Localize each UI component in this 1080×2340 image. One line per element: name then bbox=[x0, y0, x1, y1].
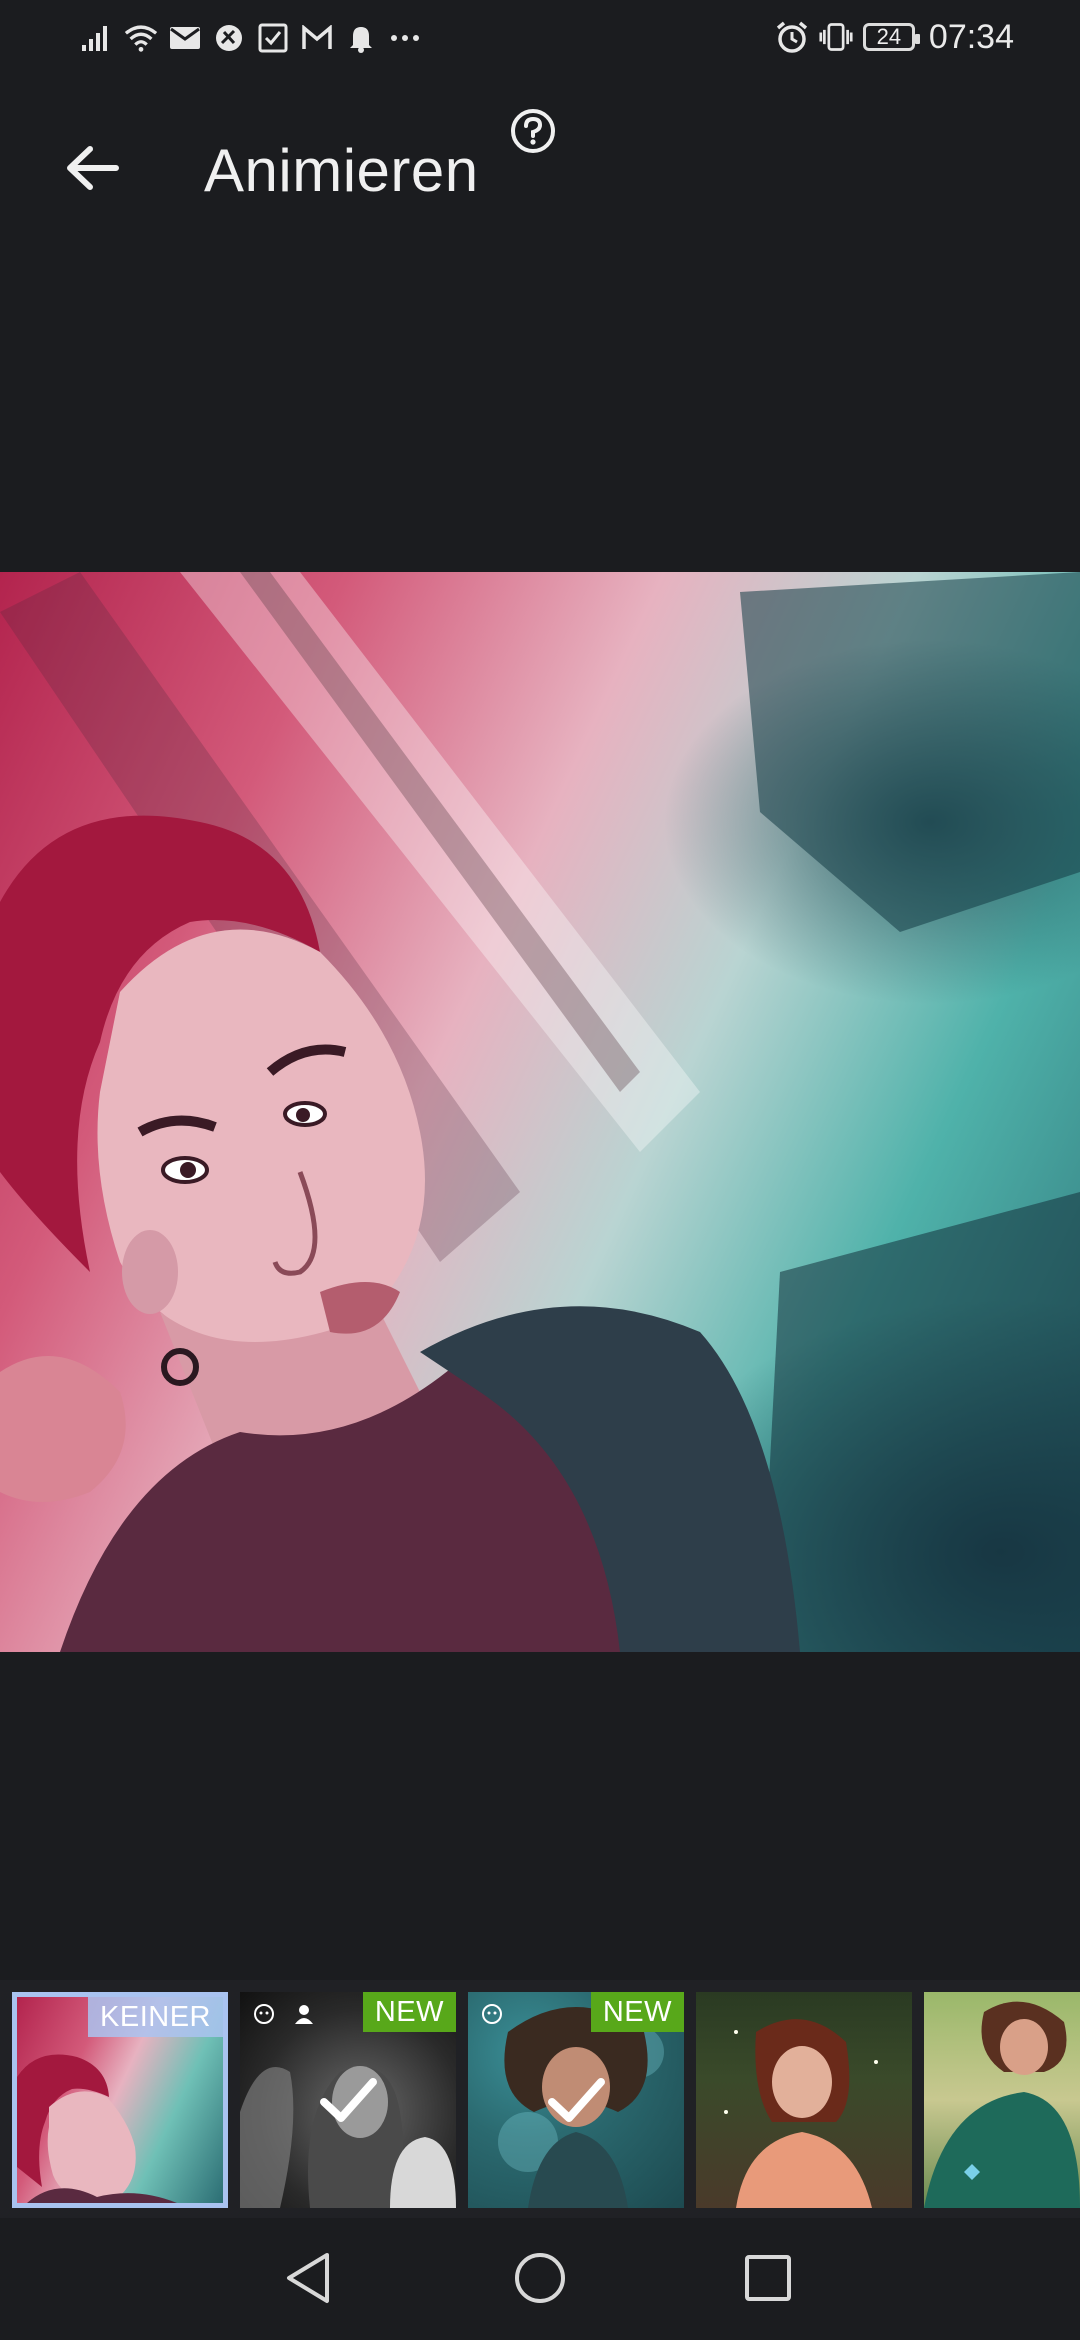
effect-thumbnail-strip[interactable]: KEINER NEW NEW bbox=[0, 1980, 1080, 2218]
help-circle-icon bbox=[511, 109, 555, 153]
thumbnail-effect-bokeh[interactable]: NEW bbox=[468, 1992, 684, 2208]
face-icon bbox=[252, 2002, 276, 2026]
nav-back-button[interactable] bbox=[278, 2248, 338, 2308]
thumbnail-none[interactable]: KEINER bbox=[12, 1992, 228, 2208]
portrait-illustration bbox=[0, 572, 1080, 1652]
more-icon bbox=[388, 21, 422, 55]
face-icon bbox=[480, 2002, 504, 2026]
status-icons-right: 24 07:34 bbox=[775, 14, 1014, 60]
thumbnail-woman-art bbox=[724, 2019, 878, 2208]
vibrate-icon bbox=[819, 20, 853, 54]
checkmark-icon bbox=[548, 2078, 605, 2122]
back-triangle-icon bbox=[287, 2253, 329, 2303]
status-bar: 24 07:34 bbox=[0, 0, 1080, 76]
new-badge: NEW bbox=[362, 1992, 456, 2032]
nav-recents-button[interactable] bbox=[738, 2248, 798, 2308]
mail-icon bbox=[168, 21, 202, 55]
checkmark-icon bbox=[320, 2078, 377, 2122]
help-button[interactable] bbox=[508, 106, 558, 156]
wifi-icon bbox=[124, 21, 158, 55]
home-circle-icon bbox=[515, 2253, 565, 2303]
status-icons-left bbox=[80, 16, 422, 60]
battery-level: 24 bbox=[876, 24, 902, 49]
photo-preview[interactable] bbox=[0, 572, 1080, 1652]
thumbnail-effect-ghost[interactable]: NEW bbox=[240, 1992, 456, 2208]
gmail-icon bbox=[300, 21, 334, 55]
arrow-left-icon bbox=[67, 146, 119, 190]
page-title: Animieren bbox=[204, 137, 479, 204]
app-header: Animieren bbox=[0, 100, 1080, 230]
battery-icon: 24 bbox=[862, 23, 920, 51]
vpn-icon bbox=[212, 21, 246, 55]
new-badge: NEW bbox=[590, 1992, 684, 2032]
thumbnail-effect-sparkle[interactable] bbox=[696, 1992, 912, 2208]
bell-icon bbox=[344, 21, 378, 55]
thumbnail-effect-butterfly[interactable] bbox=[924, 1992, 1080, 2208]
recents-square-icon bbox=[745, 2255, 791, 2301]
system-navigation-bar bbox=[0, 2218, 1080, 2340]
thumbnail-green-sweater-art bbox=[924, 2001, 1080, 2208]
person-icon bbox=[292, 2002, 316, 2026]
nav-home-button[interactable] bbox=[510, 2248, 570, 2308]
alarm-icon bbox=[775, 20, 809, 54]
signal-icon bbox=[80, 21, 114, 55]
back-button[interactable] bbox=[52, 128, 132, 208]
none-badge: KEINER bbox=[88, 1997, 223, 2037]
clock: 07:34 bbox=[928, 17, 1014, 56]
task-icon bbox=[256, 21, 290, 55]
